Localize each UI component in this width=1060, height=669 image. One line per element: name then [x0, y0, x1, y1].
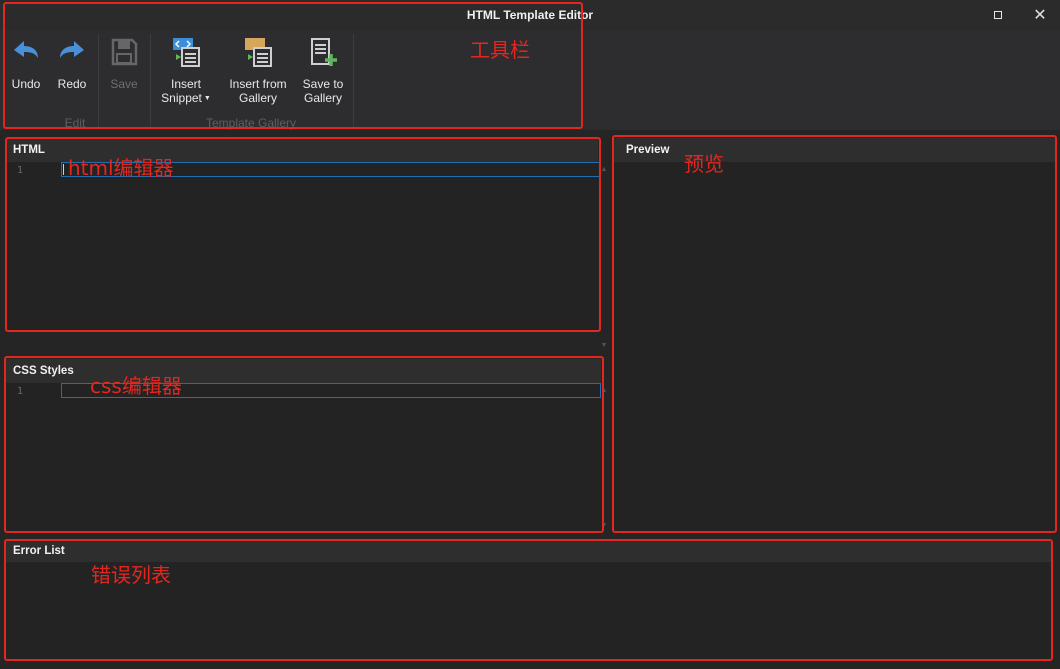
- close-icon: ✕: [1033, 7, 1047, 24]
- maximize-icon: [994, 11, 1002, 19]
- annotation-toolbar-box: [3, 2, 583, 129]
- maximize-button[interactable]: [989, 6, 1007, 24]
- annotation-preview-box: [612, 135, 1057, 533]
- annotation-css-label: css编辑器: [90, 374, 182, 398]
- html-scroll-down-arrow-icon[interactable]: ▼: [598, 342, 610, 349]
- annotation-preview-label: 预览: [684, 152, 724, 176]
- annotation-error-box: [4, 539, 1053, 661]
- annotation-html-label: html编辑器: [68, 156, 174, 180]
- annotation-error-label: 错误列表: [91, 563, 171, 587]
- annotation-toolbar-label: 工具栏: [470, 38, 530, 62]
- close-button[interactable]: ✕: [1031, 6, 1049, 24]
